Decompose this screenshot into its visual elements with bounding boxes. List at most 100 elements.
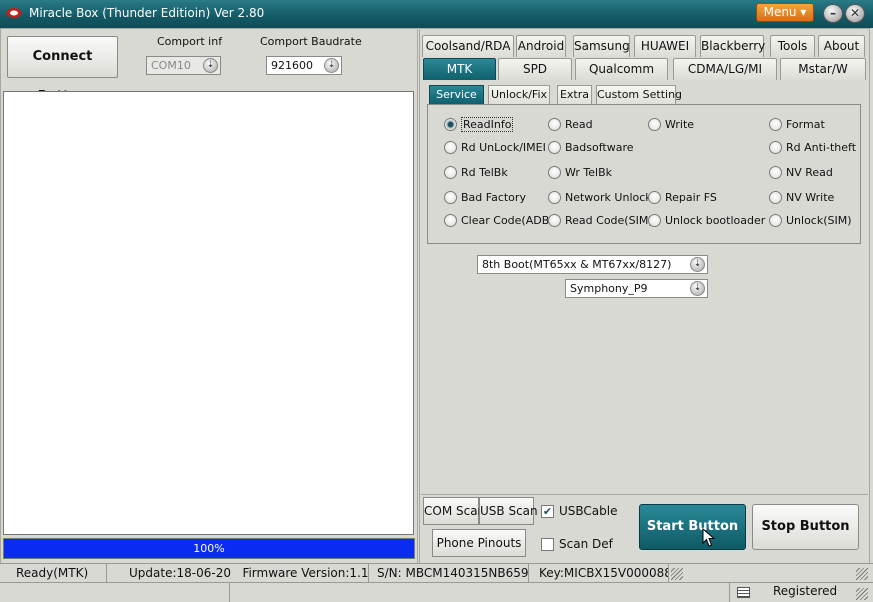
- boot-select[interactable]: 8th Boot(MT65xx & MT67xx/8127) ⇣: [477, 255, 708, 274]
- tab-android[interactable]: Android: [516, 35, 566, 57]
- log-output[interactable]: [3, 91, 414, 535]
- radio-label: Repair FS: [665, 191, 717, 204]
- radio-button-icon[interactable]: [548, 166, 561, 179]
- status-bar-secondary: Registered: [0, 582, 873, 602]
- registered-status: Registered: [773, 584, 838, 598]
- resize-grip-icon[interactable]: [856, 568, 868, 580]
- status-key: Key:MICBX15V00008897: [529, 564, 669, 582]
- miracle-box-logo-icon: [6, 8, 22, 18]
- tab-samsung[interactable]: Samsung: [573, 35, 630, 57]
- tab-mstar-w[interactable]: Mstar/W: [780, 58, 866, 80]
- usb-cable-label: USBCable: [559, 504, 618, 518]
- radio-label: Format: [786, 118, 825, 131]
- close-icon: ✕: [849, 6, 861, 20]
- radio-label: Write: [665, 118, 695, 131]
- radio-button-icon[interactable]: [769, 118, 782, 131]
- radio-button-icon[interactable]: [444, 118, 457, 131]
- radio-button-icon[interactable]: [444, 141, 457, 154]
- tab-spd[interactable]: SPD: [498, 58, 572, 80]
- usb-scan-button[interactable]: USB Scan: [479, 497, 538, 525]
- dropdown-arrow-icon[interactable]: ⇣: [324, 58, 339, 73]
- model-value: Symphony_P9: [570, 282, 648, 295]
- comport-select[interactable]: COM10 ⇣: [146, 56, 221, 75]
- radio-button-icon[interactable]: [444, 191, 457, 204]
- radio-button-icon[interactable]: [444, 166, 457, 179]
- radio-label: Wr TelBk: [565, 166, 612, 179]
- checkbox-box[interactable]: [541, 538, 554, 551]
- radio-label: Unlock bootloader: [665, 214, 766, 227]
- menu-button[interactable]: Menu ▾: [756, 3, 814, 22]
- tab-about[interactable]: About: [818, 35, 865, 57]
- tab-qualcomm[interactable]: Qualcomm: [575, 58, 668, 80]
- progress-text: 100%: [193, 542, 225, 555]
- tab-blackberry[interactable]: Blackberry: [700, 35, 765, 57]
- connect-button[interactable]: Connect Button: [7, 36, 118, 104]
- tab-coolsand-rda[interactable]: Coolsand/RDA: [422, 35, 514, 57]
- tab-cdma-lg-mi[interactable]: CDMA/LG/MI: [673, 58, 777, 80]
- dropdown-arrow-icon[interactable]: ⇣: [690, 281, 705, 296]
- boot-value: 8th Boot(MT65xx & MT67xx/8127): [482, 258, 672, 271]
- status-serial: S/N: MBCM140315NB659A: [369, 564, 529, 582]
- radio-button-icon[interactable]: [548, 214, 561, 227]
- checkbox-box[interactable]: ✔: [541, 505, 554, 518]
- baudrate-select[interactable]: 921600 ⇣: [266, 56, 342, 75]
- radio-button-icon[interactable]: [769, 191, 782, 204]
- title-bar: Miracle Box (Thunder Editioin) Ver 2.80 …: [0, 0, 873, 28]
- radio-button-icon[interactable]: [769, 141, 782, 154]
- baudrate-value: 921600: [271, 59, 313, 72]
- radio-button-icon[interactable]: [769, 214, 782, 227]
- status-cell-empty: [0, 583, 230, 602]
- radio-label: Badsoftware: [565, 141, 634, 154]
- status-bar: Ready(MTK) Update:18-06-20 Firmware Vers…: [0, 563, 873, 582]
- window-title: Miracle Box (Thunder Editioin) Ver 2.80: [29, 6, 265, 20]
- progress-bar: 100%: [3, 538, 415, 559]
- radio-button-icon[interactable]: [548, 191, 561, 204]
- tab-mtk[interactable]: MTK: [423, 58, 496, 80]
- radio-button-icon[interactable]: [648, 191, 661, 204]
- scan-def-label: Scan Def: [559, 537, 613, 551]
- radio-label: Unlock(SIM): [786, 214, 852, 227]
- radio-label: Rd Anti-theft: [786, 141, 857, 154]
- resize-grip-icon: [671, 568, 683, 580]
- menu-label: Menu: [763, 5, 797, 19]
- status-update: Update:18-06-20: [129, 566, 231, 580]
- subtab-custom-setting[interactable]: Custom Setting: [596, 85, 682, 104]
- radio-label: Clear Code(ADB): [461, 214, 554, 227]
- radio-button-icon[interactable]: [548, 118, 561, 131]
- radio-button-icon[interactable]: [769, 166, 782, 179]
- status-cell-empty: [230, 583, 730, 602]
- radio-label: Rd UnLock/IMEI: [461, 141, 546, 154]
- radio-label: NV Read: [786, 166, 833, 179]
- tab-huawei[interactable]: HUAWEI: [634, 35, 696, 57]
- minimize-button[interactable]: –: [823, 4, 843, 23]
- comport-label: Comport inf: [157, 35, 223, 48]
- phone-pinouts-button[interactable]: Phone Pinouts: [432, 529, 526, 557]
- resize-grip-icon[interactable]: [856, 588, 868, 600]
- radio-button-icon[interactable]: [648, 118, 661, 131]
- close-button[interactable]: ✕: [845, 4, 865, 23]
- radio-label: Rd TelBk: [461, 166, 508, 179]
- status-update-firmware: Update:18-06-20 Firmware Version:1.17: [107, 564, 369, 582]
- radio-button-icon[interactable]: [648, 214, 661, 227]
- radio-label: ReadInfo: [461, 117, 514, 132]
- stop-button[interactable]: Stop Button: [752, 504, 859, 550]
- keyboard-icon: [737, 587, 750, 598]
- model-select[interactable]: Symphony_P9 ⇣: [565, 279, 708, 298]
- radio-label: Read: [565, 118, 593, 131]
- status-firmware: Firmware Version:1.17: [242, 566, 369, 580]
- subtab-service[interactable]: Service: [429, 85, 484, 104]
- start-button[interactable]: Start Button: [639, 504, 746, 550]
- mouse-cursor-icon: [702, 528, 716, 547]
- status-state: Ready(MTK): [0, 564, 107, 582]
- comport-value: COM10: [151, 59, 191, 72]
- chevron-down-icon: ▾: [800, 5, 807, 19]
- radio-button-icon[interactable]: [444, 214, 457, 227]
- subtab-unlock-fix[interactable]: Unlock/Fix: [488, 85, 550, 104]
- minimize-icon: –: [830, 6, 836, 20]
- dropdown-arrow-icon[interactable]: ⇣: [690, 257, 705, 272]
- com-scan-button[interactable]: COM Scan: [423, 497, 485, 525]
- dropdown-arrow-icon[interactable]: ⇣: [203, 58, 218, 73]
- subtab-extra[interactable]: Extra: [557, 85, 592, 104]
- tab-tools[interactable]: Tools: [770, 35, 815, 57]
- radio-button-icon[interactable]: [548, 141, 561, 154]
